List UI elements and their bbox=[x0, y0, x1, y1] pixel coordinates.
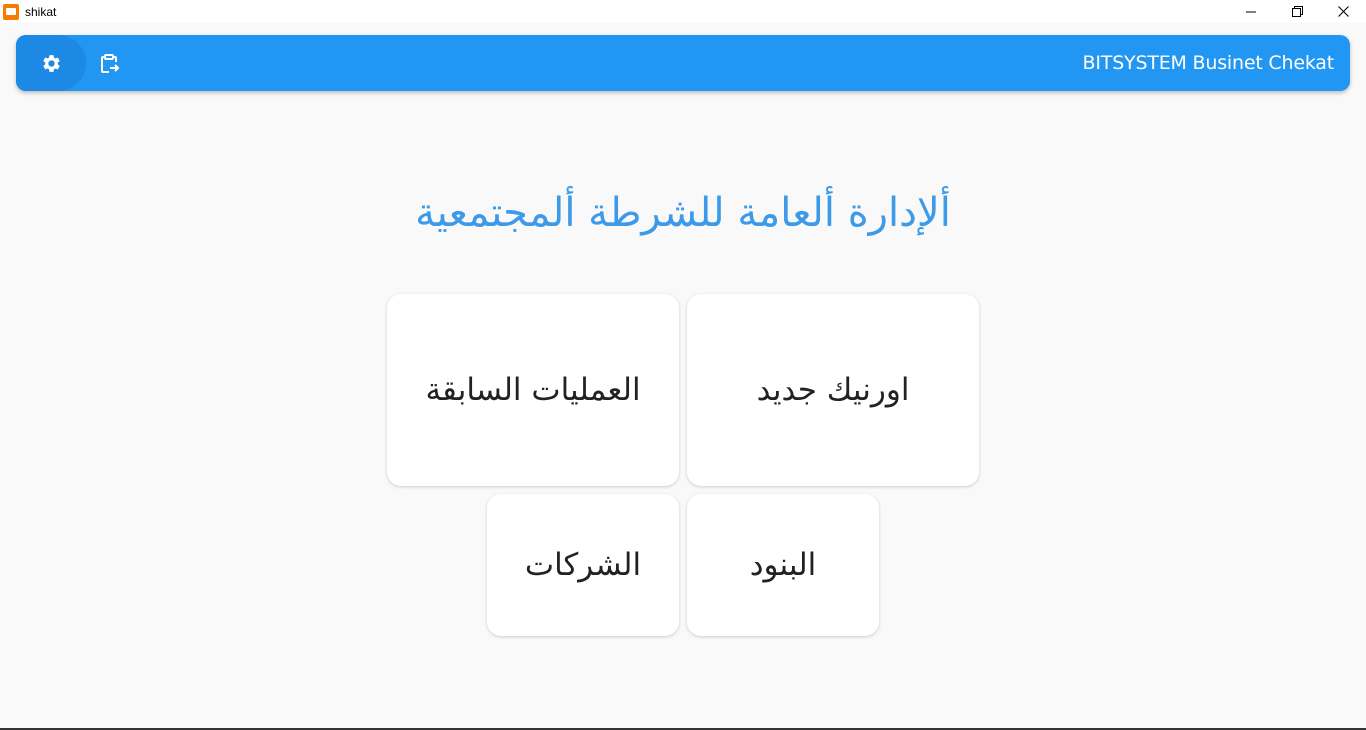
previous-operations-card[interactable]: العمليات السابقة bbox=[387, 294, 679, 486]
window-controls bbox=[1228, 0, 1366, 23]
window-title: shikat bbox=[25, 4, 57, 19]
export-button[interactable] bbox=[96, 51, 122, 77]
items-card[interactable]: البنود bbox=[687, 494, 879, 636]
minimize-button[interactable] bbox=[1228, 0, 1274, 23]
app-icon bbox=[3, 3, 19, 20]
restore-button[interactable] bbox=[1274, 0, 1320, 23]
app-title: BITSYSTEM Businet Chekat bbox=[1082, 52, 1335, 74]
restore-icon bbox=[1291, 6, 1303, 17]
settings-button[interactable] bbox=[16, 35, 86, 91]
minimize-icon bbox=[1246, 11, 1256, 12]
app-bar: BITSYSTEM Businet Chekat bbox=[16, 35, 1350, 91]
gear-icon bbox=[43, 55, 60, 72]
companies-card[interactable]: الشركات bbox=[487, 494, 679, 636]
page-heading: ألإدارة ألعامة للشرطة ألمجتمعية bbox=[415, 190, 951, 236]
close-button[interactable] bbox=[1320, 0, 1366, 23]
gear-icon-wrap bbox=[41, 53, 62, 78]
new-form-card[interactable]: اورنيك جديد bbox=[687, 294, 979, 486]
window-titlebar: shikat bbox=[0, 0, 1366, 23]
close-icon bbox=[1337, 6, 1349, 17]
export-clipboard-icon bbox=[101, 54, 120, 73]
